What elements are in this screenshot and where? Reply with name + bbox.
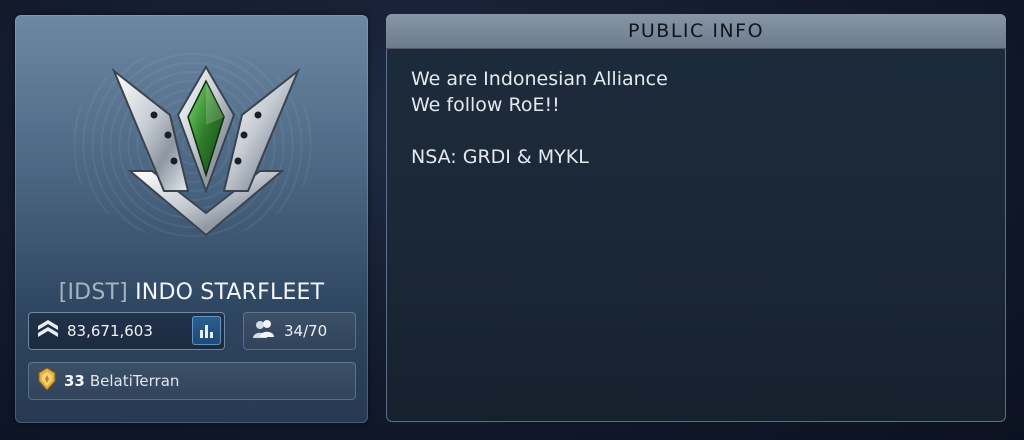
public-info-body: We are Indonesian Alliance We follow RoE… [386, 49, 1006, 170]
public-info-panel: PUBLIC INFO We are Indonesian Alliance W… [386, 14, 1006, 422]
alliance-card: [IDST] INDO STARFLEET 83,671,603 34/70 3… [15, 15, 368, 423]
leader-name: BelatiTerran [89, 372, 180, 390]
member-count-box: 34/70 [243, 312, 356, 350]
bar-chart-icon [200, 324, 213, 338]
alliance-leader-row[interactable]: 33 BelatiTerran [28, 362, 356, 400]
public-info-line: We follow RoE!! [411, 94, 560, 116]
public-info-line [411, 118, 1006, 144]
power-stats-button[interactable] [192, 316, 221, 345]
leader-level: 33 [64, 372, 85, 390]
member-count-value: 34/70 [284, 322, 328, 340]
members-icon [252, 319, 276, 343]
power-icon [37, 319, 59, 343]
alliance-emblem-icon [111, 65, 301, 237]
public-info-line: NSA: GRDI & MYKL [411, 146, 589, 168]
alliance-tag: [IDST] [58, 280, 128, 305]
public-info-line: We are Indonesian Alliance [411, 68, 668, 90]
public-info-header: PUBLIC INFO [386, 14, 1006, 49]
leader-rank-icon [37, 367, 57, 395]
alliance-power-value: 83,671,603 [67, 322, 153, 340]
alliance-title: INDO STARFLEET [135, 280, 325, 305]
alliance-power-box: 83,671,603 [28, 312, 225, 350]
alliance-name: [IDST] INDO STARFLEET [15, 280, 368, 305]
